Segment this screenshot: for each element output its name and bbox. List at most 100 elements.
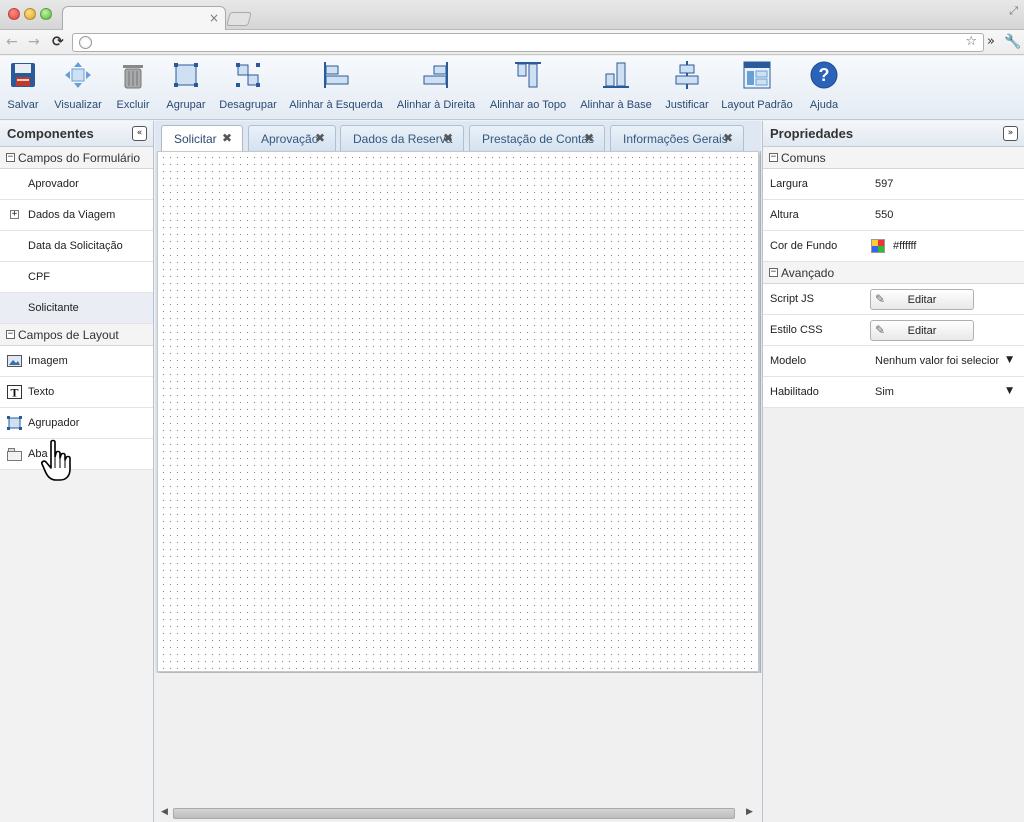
- preview-button[interactable]: Visualizar: [50, 56, 106, 120]
- model-select[interactable]: Nenhum valor foi selecionado ▼: [875, 355, 1013, 367]
- align-bottom-label: Alinhar à Base: [580, 99, 652, 111]
- fullscreen-icon[interactable]: ⤢: [1009, 4, 1018, 18]
- prop-label: Estilo CSS: [770, 324, 823, 336]
- tab-dados-reserva[interactable]: Dados da Reserva ✖: [340, 125, 464, 151]
- default-layout-button[interactable]: Layout Padrão: [720, 56, 794, 120]
- align-left-button[interactable]: Alinhar à Esquerda: [288, 56, 384, 120]
- enabled-select[interactable]: Sim ▼: [875, 386, 1013, 398]
- url-input[interactable]: ☆: [72, 33, 984, 52]
- layout-fields-list: Imagem T Texto Agrupador Aba: [0, 346, 153, 470]
- prop-model-row: Modelo Nenhum valor foi selecionado ▼: [763, 346, 1024, 377]
- extensions-icon[interactable]: »: [987, 34, 995, 49]
- save-button[interactable]: Salvar: [2, 56, 44, 120]
- select-value: Sim: [875, 386, 894, 398]
- close-icon[interactable]: ✖: [443, 131, 453, 145]
- prop-label: Habilitado: [770, 386, 819, 398]
- list-item-label: CPF: [28, 271, 50, 283]
- tab-informacoes-gerais[interactable]: Informações Gerais ✖: [610, 125, 744, 151]
- form-fields-title: Campos do Formulário: [18, 151, 141, 165]
- design-canvas[interactable]: [157, 151, 759, 672]
- default-layout-label: Layout Padrão: [721, 99, 793, 111]
- collapse-left-icon[interactable]: «: [132, 126, 147, 141]
- justify-button[interactable]: Justificar: [662, 56, 712, 120]
- form-fields-section[interactable]: − Campos do Formulário: [0, 147, 153, 169]
- svg-text:?: ?: [819, 65, 830, 85]
- align-right-button[interactable]: Alinhar à Direita: [394, 56, 478, 120]
- preview-label: Visualizar: [54, 99, 102, 111]
- list-item[interactable]: Aprovador: [0, 169, 153, 200]
- new-tab-button[interactable]: [226, 12, 252, 26]
- common-section[interactable]: − Comuns: [763, 147, 1024, 169]
- ungroup-button[interactable]: Desagrupar: [216, 56, 280, 120]
- align-bottom-button[interactable]: Alinhar à Base: [578, 56, 654, 120]
- collapse-minus-icon[interactable]: −: [769, 268, 778, 277]
- browser-tab[interactable]: ×: [62, 6, 226, 30]
- width-value[interactable]: 597: [875, 178, 893, 190]
- tab-prestacao-contas[interactable]: Prestação de Contas ✖: [469, 125, 605, 151]
- list-item[interactable]: CPF: [0, 262, 153, 293]
- dropdown-arrow-icon[interactable]: ▼: [1006, 386, 1013, 396]
- prop-bgcolor-row: Cor de Fundo #ffffff: [763, 231, 1024, 262]
- canvas-background: [155, 673, 761, 822]
- bookmark-star-icon[interactable]: ☆: [965, 34, 977, 49]
- list-item[interactable]: Imagem: [0, 346, 153, 377]
- close-icon[interactable]: ✖: [315, 131, 325, 145]
- form-tabs: Solicitar ✖ Aprovação ✖ Dados da Reserva ✖ …: [155, 121, 761, 152]
- close-window-button[interactable]: [8, 8, 20, 20]
- edit-css-button[interactable]: ✎ Editar: [870, 320, 974, 341]
- collapse-minus-icon[interactable]: −: [769, 153, 778, 162]
- dropdown-arrow-icon[interactable]: ▼: [1006, 355, 1013, 365]
- collapse-right-icon[interactable]: »: [1003, 126, 1018, 141]
- bgcolor-value[interactable]: #ffffff: [893, 240, 916, 252]
- minimize-window-button[interactable]: [24, 8, 36, 20]
- align-right-label: Alinhar à Direita: [396, 99, 476, 111]
- scroll-left-icon[interactable]: ◀: [161, 807, 168, 817]
- justify-label: Justificar: [665, 99, 709, 111]
- list-item[interactable]: Solicitante: [0, 293, 153, 324]
- prop-label: Altura: [770, 209, 799, 221]
- align-top-label: Alinhar ao Topo: [489, 99, 567, 111]
- forward-icon[interactable]: →: [28, 34, 40, 50]
- layout-fields-title: Campos de Layout: [18, 328, 119, 342]
- color-picker-icon[interactable]: [871, 239, 885, 253]
- maximize-window-button[interactable]: [40, 8, 52, 20]
- height-value[interactable]: 550: [875, 209, 893, 221]
- list-item[interactable]: Data da Solicitação: [0, 231, 153, 262]
- collapse-minus-icon[interactable]: −: [6, 330, 15, 339]
- layout-fields-section[interactable]: − Campos de Layout: [0, 324, 153, 346]
- back-icon[interactable]: ←: [6, 34, 18, 50]
- ungroup-label: Desagrupar: [219, 99, 277, 111]
- group-button[interactable]: Agrupar: [162, 56, 210, 120]
- expand-plus-icon[interactable]: +: [10, 210, 19, 219]
- list-item[interactable]: + Dados da Viagem: [0, 200, 153, 231]
- close-icon[interactable]: ✖: [584, 131, 594, 145]
- list-item[interactable]: Aba: [0, 439, 153, 470]
- scrollbar-thumb[interactable]: [173, 808, 735, 819]
- advanced-section[interactable]: − Avançado: [763, 262, 1024, 284]
- edit-script-button[interactable]: ✎ Editar: [870, 289, 974, 310]
- prop-width-row: Largura 597: [763, 169, 1024, 200]
- close-icon[interactable]: ✖: [723, 131, 733, 145]
- prop-height-row: Altura 550: [763, 200, 1024, 231]
- list-item-label: Texto: [28, 386, 55, 398]
- close-tab-icon[interactable]: ×: [209, 11, 219, 25]
- delete-button[interactable]: Excluir: [112, 56, 154, 120]
- horizontal-scrollbar[interactable]: ◀ ▶: [155, 805, 761, 821]
- wrench-icon[interactable]: 🔧: [1004, 34, 1021, 50]
- prop-enabled-row: Habilitado Sim ▼: [763, 377, 1024, 408]
- help-icon: ?: [810, 61, 838, 89]
- close-icon[interactable]: ✖: [222, 131, 232, 145]
- align-top-button[interactable]: Alinhar ao Topo: [486, 56, 570, 120]
- collapse-minus-icon[interactable]: −: [6, 153, 15, 162]
- grouper-icon: [7, 416, 22, 430]
- scroll-right-icon[interactable]: ▶: [746, 807, 753, 817]
- delete-label: Excluir: [116, 99, 150, 111]
- button-label: Editar: [907, 294, 937, 306]
- tab-aprovacao[interactable]: Aprovação ✖: [248, 125, 336, 151]
- image-icon: [7, 355, 22, 367]
- list-item[interactable]: T Texto: [0, 377, 153, 408]
- help-button[interactable]: ? Ajuda: [804, 56, 844, 120]
- tab-solicitar[interactable]: Solicitar ✖: [161, 125, 243, 152]
- list-item[interactable]: Agrupador: [0, 408, 153, 439]
- reload-icon[interactable]: ⟳: [52, 34, 64, 50]
